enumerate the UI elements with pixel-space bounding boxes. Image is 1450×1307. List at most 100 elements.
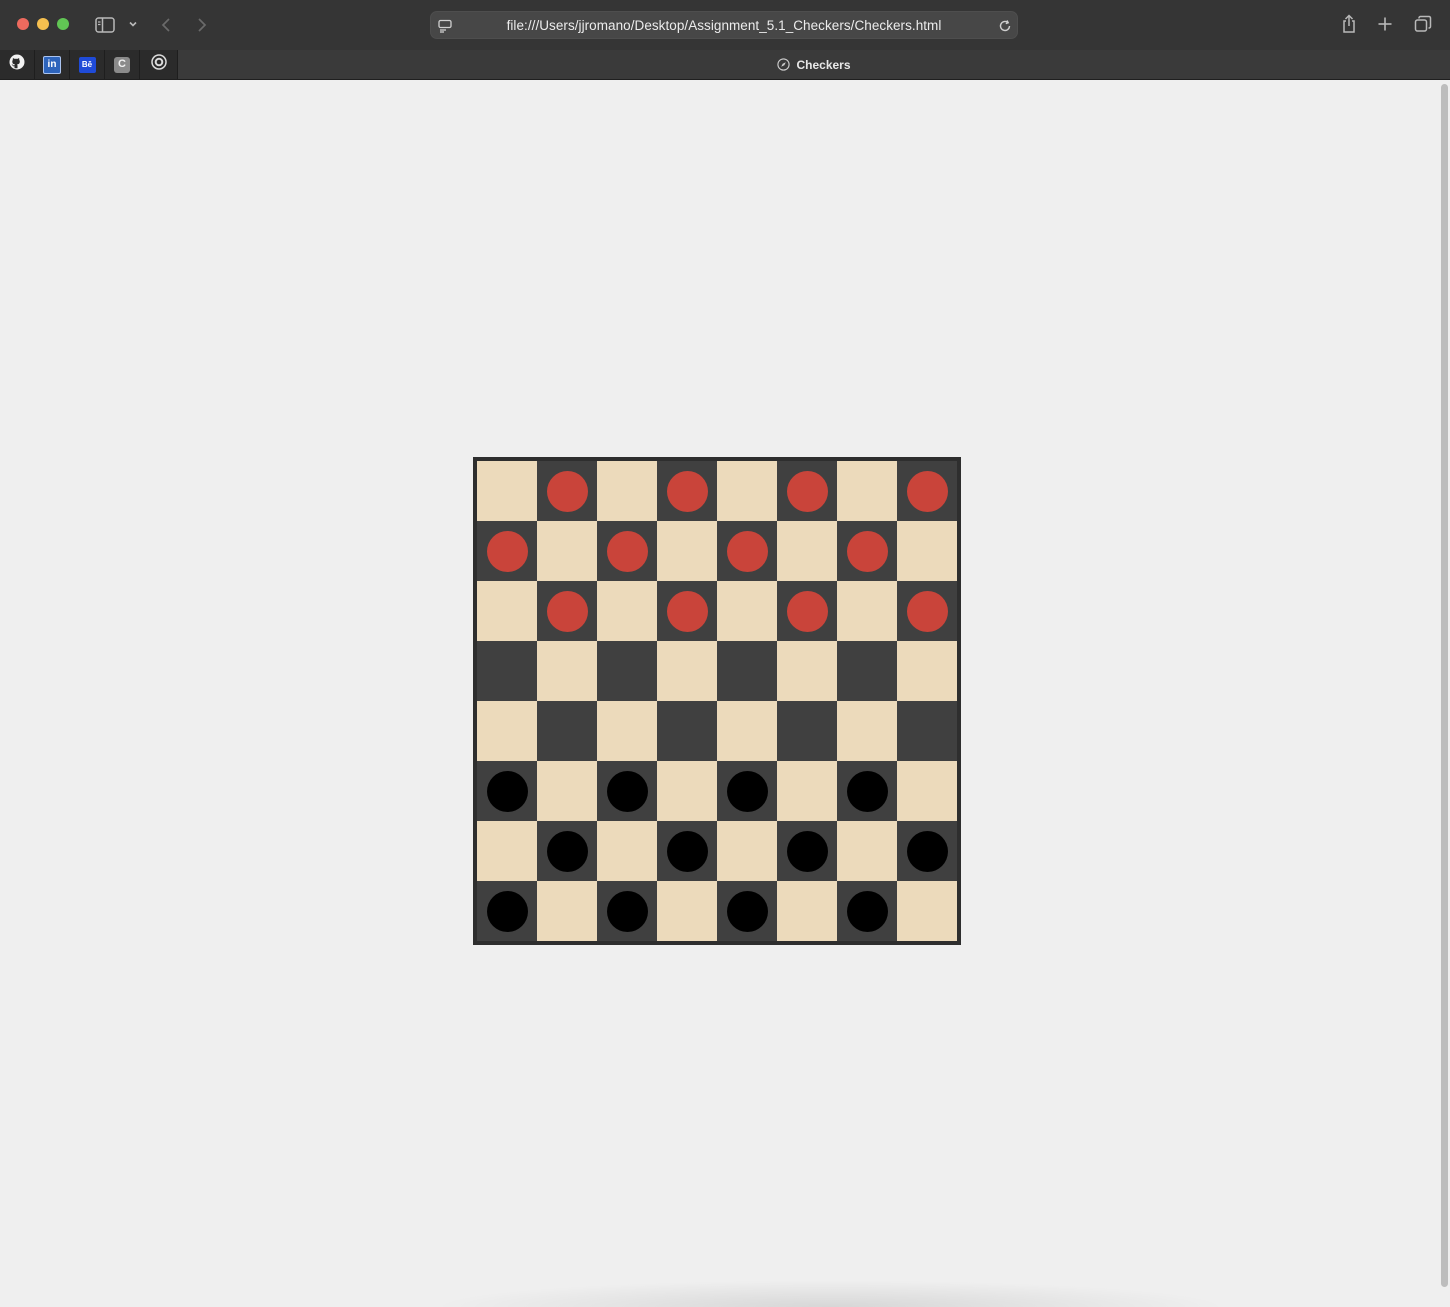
black-checker-piece[interactable] xyxy=(786,830,828,872)
black-checker-piece[interactable] xyxy=(846,890,888,932)
vertical-scrollbar[interactable] xyxy=(1438,80,1450,1307)
back-icon[interactable] xyxy=(158,15,174,35)
black-checker-piece[interactable] xyxy=(606,890,648,932)
board-square[interactable] xyxy=(597,521,657,581)
board-square[interactable] xyxy=(717,701,777,761)
board-square[interactable] xyxy=(477,521,537,581)
board-square[interactable] xyxy=(717,881,777,941)
board-square[interactable] xyxy=(477,461,537,521)
red-checker-piece[interactable] xyxy=(486,530,528,572)
board-square[interactable] xyxy=(777,881,837,941)
board-square[interactable] xyxy=(717,641,777,701)
red-checker-piece[interactable] xyxy=(906,470,948,512)
board-square[interactable] xyxy=(597,761,657,821)
black-checker-piece[interactable] xyxy=(666,830,708,872)
board-square[interactable] xyxy=(837,581,897,641)
board-square[interactable] xyxy=(537,881,597,941)
pinned-tab-github[interactable] xyxy=(0,50,35,79)
board-square[interactable] xyxy=(717,581,777,641)
board-square[interactable] xyxy=(657,881,717,941)
board-square[interactable] xyxy=(537,521,597,581)
board-square[interactable] xyxy=(717,821,777,881)
board-square[interactable] xyxy=(777,821,837,881)
red-checker-piece[interactable] xyxy=(726,530,768,572)
board-square[interactable] xyxy=(717,521,777,581)
pinned-tab-behance[interactable]: Bē xyxy=(70,50,105,79)
board-square[interactable] xyxy=(477,821,537,881)
red-checker-piece[interactable] xyxy=(546,590,588,632)
board-square[interactable] xyxy=(657,521,717,581)
board-square[interactable] xyxy=(537,761,597,821)
board-square[interactable] xyxy=(777,461,837,521)
board-square[interactable] xyxy=(657,701,717,761)
share-icon[interactable] xyxy=(1339,13,1359,35)
black-checker-piece[interactable] xyxy=(486,890,528,932)
minimize-window-button[interactable] xyxy=(37,18,49,30)
black-checker-piece[interactable] xyxy=(906,830,948,872)
black-checker-piece[interactable] xyxy=(606,770,648,812)
board-square[interactable] xyxy=(597,461,657,521)
board-square[interactable] xyxy=(597,881,657,941)
address-bar[interactable]: file:///Users/jjromano/Desktop/Assignmen… xyxy=(430,11,1018,39)
tab-overview-icon[interactable] xyxy=(1413,15,1433,33)
board-square[interactable] xyxy=(897,881,957,941)
black-checker-piece[interactable] xyxy=(726,890,768,932)
board-square[interactable] xyxy=(777,521,837,581)
black-checker-piece[interactable] xyxy=(846,770,888,812)
reload-icon[interactable] xyxy=(997,18,1013,34)
pinned-tab-c-app[interactable]: C xyxy=(105,50,140,79)
board-square[interactable] xyxy=(897,521,957,581)
board-square[interactable] xyxy=(777,761,837,821)
board-square[interactable] xyxy=(897,581,957,641)
board-square[interactable] xyxy=(717,761,777,821)
board-square[interactable] xyxy=(897,821,957,881)
board-square[interactable] xyxy=(537,641,597,701)
board-square[interactable] xyxy=(657,821,717,881)
new-tab-icon[interactable] xyxy=(1376,15,1394,33)
board-square[interactable] xyxy=(837,881,897,941)
pinned-tab-hub[interactable] xyxy=(140,50,178,79)
board-square[interactable] xyxy=(657,461,717,521)
black-checker-piece[interactable] xyxy=(726,770,768,812)
sidebar-toggle-icon[interactable] xyxy=(94,15,116,35)
board-square[interactable] xyxy=(597,581,657,641)
zoom-window-button[interactable] xyxy=(57,18,69,30)
board-square[interactable] xyxy=(717,461,777,521)
board-square[interactable] xyxy=(837,461,897,521)
close-window-button[interactable] xyxy=(17,18,29,30)
board-square[interactable] xyxy=(657,641,717,701)
board-square[interactable] xyxy=(837,821,897,881)
board-square[interactable] xyxy=(597,701,657,761)
board-square[interactable] xyxy=(837,701,897,761)
board-square[interactable] xyxy=(777,641,837,701)
board-square[interactable] xyxy=(777,581,837,641)
board-square[interactable] xyxy=(837,521,897,581)
pinned-tab-linkedin[interactable]: in xyxy=(35,50,70,79)
red-checker-piece[interactable] xyxy=(786,470,828,512)
forward-icon[interactable] xyxy=(194,15,210,35)
board-square[interactable] xyxy=(537,701,597,761)
board-square[interactable] xyxy=(597,821,657,881)
board-square[interactable] xyxy=(597,641,657,701)
active-tab[interactable]: Checkers xyxy=(178,50,1450,79)
red-checker-piece[interactable] xyxy=(606,530,648,572)
board-square[interactable] xyxy=(897,461,957,521)
board-square[interactable] xyxy=(837,641,897,701)
board-square[interactable] xyxy=(477,641,537,701)
chevron-down-icon[interactable] xyxy=(127,17,139,31)
board-square[interactable] xyxy=(657,581,717,641)
red-checker-piece[interactable] xyxy=(786,590,828,632)
board-square[interactable] xyxy=(897,761,957,821)
red-checker-piece[interactable] xyxy=(846,530,888,572)
red-checker-piece[interactable] xyxy=(666,590,708,632)
board-square[interactable] xyxy=(537,581,597,641)
red-checker-piece[interactable] xyxy=(666,470,708,512)
board-square[interactable] xyxy=(477,761,537,821)
black-checker-piece[interactable] xyxy=(486,770,528,812)
scrollbar-thumb[interactable] xyxy=(1441,84,1448,1287)
board-square[interactable] xyxy=(477,701,537,761)
board-square[interactable] xyxy=(477,881,537,941)
board-square[interactable] xyxy=(897,701,957,761)
board-square[interactable] xyxy=(537,821,597,881)
board-square[interactable] xyxy=(837,761,897,821)
